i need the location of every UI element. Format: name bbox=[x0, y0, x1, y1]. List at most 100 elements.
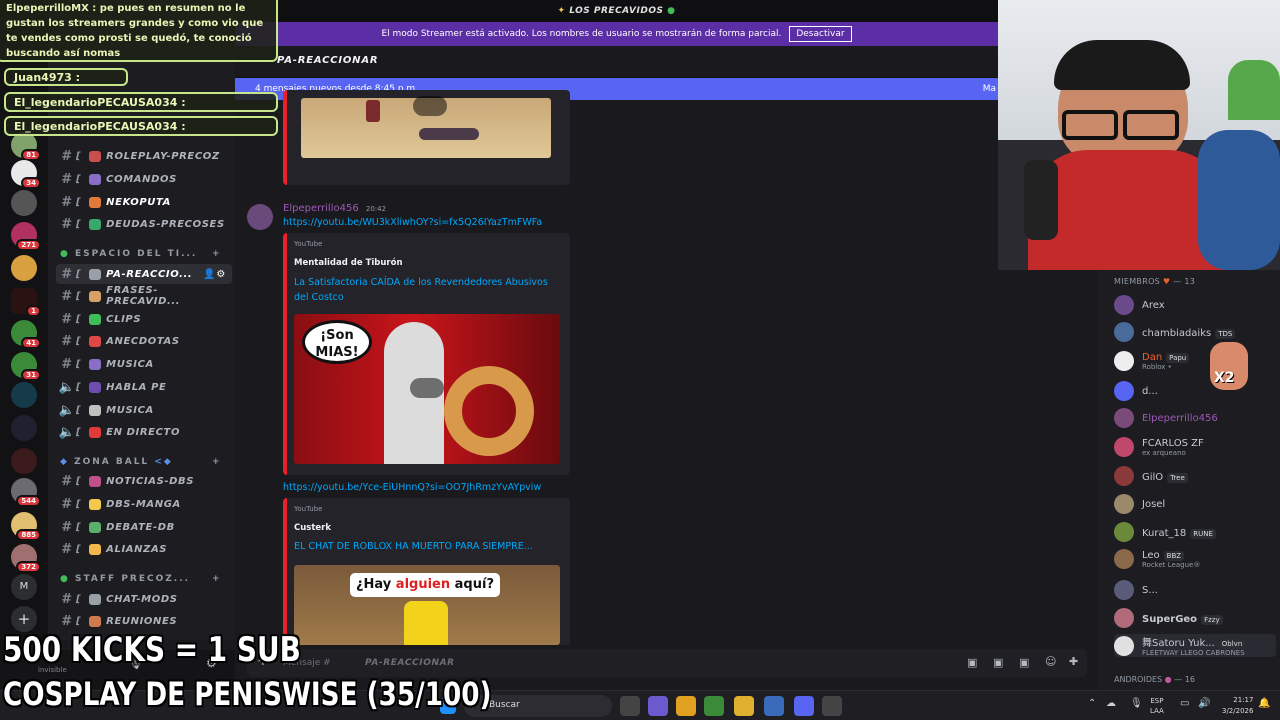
file-explorer-icon[interactable] bbox=[734, 696, 754, 716]
video-thumbnail[interactable]: ¿Hay alguien aquí? bbox=[294, 565, 560, 645]
store-icon[interactable] bbox=[764, 696, 784, 716]
member-item[interactable]: Arex bbox=[1114, 295, 1165, 315]
channel-label: FRASES-PRECAVID... bbox=[106, 285, 181, 307]
server-icon[interactable] bbox=[11, 448, 37, 474]
voice-channel-item[interactable]: 🔈[HABLA PE bbox=[56, 377, 232, 397]
notification-bell-icon[interactable]: 🔔 bbox=[1258, 698, 1270, 709]
server-icon[interactable]: 41 bbox=[11, 320, 41, 349]
obs-icon[interactable] bbox=[822, 696, 842, 716]
add-channel-icon[interactable]: + bbox=[212, 249, 222, 259]
message-link[interactable]: https://youtu.be/Yce-EiUHnnQ?si=OO7JhRmz… bbox=[283, 482, 541, 493]
add-channel-icon[interactable]: + bbox=[212, 574, 222, 584]
server-icon[interactable]: 885 bbox=[11, 512, 41, 541]
emoji-icon[interactable]: ☺ bbox=[1045, 655, 1056, 668]
server-icon[interactable]: 271 bbox=[11, 222, 41, 251]
network-icon[interactable]: ▭ bbox=[1180, 698, 1189, 709]
category-espacio[interactable]: ● ESPACIO DEL TI... + bbox=[60, 249, 220, 259]
video-thumbnail[interactable] bbox=[301, 96, 551, 158]
server-icon[interactable] bbox=[11, 415, 37, 441]
channel-item[interactable]: #[DEUDAS-PRECOSES bbox=[56, 214, 232, 234]
add-member-icon[interactable]: 👤⚙ bbox=[203, 269, 226, 280]
voice-channel-item[interactable]: 🔈[EN DIRECTO bbox=[56, 422, 232, 442]
category-staff[interactable]: ● STAFF PRECOZ... + bbox=[60, 574, 220, 584]
member-item[interactable]: GilO Tree bbox=[1114, 466, 1188, 486]
avatar bbox=[1114, 548, 1134, 569]
gif-icon[interactable]: ▣ bbox=[993, 656, 1003, 669]
apps-icon[interactable]: ✚ bbox=[1069, 655, 1078, 668]
channel-item-active[interactable]: #[PA-REACCIO... 👤⚙ bbox=[56, 264, 232, 284]
voice-channel-item[interactable]: 🔈[MUSICA bbox=[56, 400, 232, 420]
figure-shape bbox=[419, 128, 479, 140]
member-name: Josel bbox=[1142, 498, 1166, 510]
language-indicator[interactable]: ESP LAA bbox=[1150, 696, 1164, 716]
member-item[interactable]: d... bbox=[1114, 381, 1158, 401]
server-icon-m[interactable]: M bbox=[11, 574, 37, 600]
chevron-up-icon[interactable]: ⌃ bbox=[1088, 698, 1096, 709]
embed-title[interactable]: La Satisfactoria CAÍDA de los Revendedor… bbox=[294, 275, 554, 305]
cloud-icon[interactable]: ☁ bbox=[1106, 698, 1116, 709]
mic-tray-icon[interactable]: 🎙 bbox=[1130, 698, 1143, 709]
server-icon[interactable]: 31 bbox=[11, 352, 41, 381]
channel-item[interactable]: #[ALIANZAS bbox=[56, 539, 232, 559]
mark-read-label[interactable]: Ma bbox=[983, 78, 996, 100]
server-icon[interactable] bbox=[11, 190, 37, 216]
avatar[interactable] bbox=[247, 204, 273, 230]
channel-item[interactable]: #[ROLEPLAY-PRECOZ bbox=[56, 146, 232, 166]
play-icon[interactable] bbox=[410, 378, 444, 398]
server-icon[interactable]: 34 bbox=[11, 160, 41, 189]
avatar bbox=[1114, 635, 1134, 656]
channel-item[interactable]: #[MUSICA bbox=[56, 354, 232, 374]
volume-icon[interactable]: 🔊 bbox=[1198, 698, 1210, 709]
server-icon[interactable]: 372 bbox=[11, 544, 41, 573]
category-zona[interactable]: ◆ ZONA BALL <◆ + bbox=[60, 457, 220, 467]
channel-item[interactable]: #[ANECDOTAS bbox=[56, 331, 232, 351]
embed-channel[interactable]: Custerk bbox=[294, 523, 331, 533]
member-item[interactable]: Kurat_18 RUNE bbox=[1114, 522, 1216, 542]
stream-goal-text-2: COSPLAY DE PENISWISE (35/100) bbox=[3, 675, 492, 713]
plant-shape bbox=[1228, 60, 1280, 120]
server-icon[interactable]: 544 bbox=[11, 478, 41, 507]
embed-title[interactable]: EL CHAT DE ROBLOX HA MUERTO PARA SIEMPRE… bbox=[294, 541, 533, 552]
channel-item[interactable]: #[COMANDOS bbox=[56, 169, 232, 189]
member-item[interactable]: SuperGeo Fzzy bbox=[1114, 608, 1223, 628]
task-view-icon[interactable] bbox=[620, 696, 640, 716]
sticker-icon[interactable]: ▣ bbox=[1019, 656, 1029, 669]
video-thumbnail[interactable]: ¡Son MIAS! bbox=[294, 314, 560, 464]
channel-item[interactable]: #[CLIPS bbox=[56, 309, 232, 329]
message-link[interactable]: https://youtu.be/WU3kXliwhOY?si=fx5Q26IY… bbox=[283, 217, 542, 228]
member-item[interactable]: Leo BBZ Rocket League® bbox=[1114, 548, 1200, 569]
member-item[interactable]: Dan Papu Roblox • bbox=[1114, 350, 1190, 371]
member-item[interactable]: 舞Satoru Yuk... Oblvn FLEETWAY LLEGO CABRON… bbox=[1114, 634, 1276, 657]
channel-item[interactable]: #[FRASES-PRECAVID... bbox=[56, 285, 232, 307]
chrome-icon[interactable] bbox=[676, 696, 696, 716]
message-input[interactable]: + Mensaje # PA-REACCIONAR ▣ ▣ ▣ ☺ ✚ bbox=[247, 649, 1087, 677]
member-item[interactable]: chambiadaiks TDS bbox=[1114, 322, 1236, 342]
gift-icon[interactable]: ▣ bbox=[967, 656, 977, 669]
channel-item[interactable]: #[NOTICIAS-DBS bbox=[56, 471, 232, 491]
server-icon[interactable] bbox=[11, 382, 37, 408]
member-name: SuperGeo bbox=[1142, 613, 1198, 625]
server-icon[interactable]: 1 bbox=[11, 288, 41, 317]
member-item[interactable]: S... bbox=[1114, 580, 1158, 600]
add-server-icon[interactable]: + bbox=[11, 606, 37, 632]
minecraft-icon[interactable] bbox=[704, 696, 724, 716]
clock[interactable]: 21:17 3/2/2026 bbox=[1222, 695, 1253, 717]
member-item[interactable]: Josel bbox=[1114, 494, 1165, 514]
channel-header-title: PA-REACCIONAR bbox=[277, 55, 379, 66]
add-channel-icon[interactable]: + bbox=[212, 457, 222, 467]
channel-item[interactable]: #[DBS-MANGA bbox=[56, 494, 232, 514]
channel-item[interactable]: #[DEBATE-DB bbox=[56, 517, 232, 537]
embed-channel[interactable]: Mentalidad de Tiburón bbox=[294, 258, 403, 268]
play-icon[interactable] bbox=[413, 96, 447, 116]
message-author[interactable]: Elpeperrillo456 bbox=[283, 203, 359, 214]
member-item[interactable]: FCARLOS ZF ex arqueano bbox=[1114, 436, 1204, 457]
discord-icon[interactable] bbox=[794, 696, 814, 716]
channel-item[interactable]: #[CHAT-MODS bbox=[56, 589, 232, 609]
channel-item[interactable]: #[REUNIONES bbox=[56, 611, 232, 631]
disable-streamer-button[interactable]: Desactivar bbox=[789, 26, 852, 42]
server-icon[interactable] bbox=[11, 255, 37, 281]
avatar bbox=[1114, 580, 1134, 600]
member-item[interactable]: Elpeperrillo456 bbox=[1114, 408, 1218, 428]
copilot-icon[interactable] bbox=[648, 696, 668, 716]
channel-item[interactable]: #[NEKOPUTA bbox=[56, 192, 232, 212]
